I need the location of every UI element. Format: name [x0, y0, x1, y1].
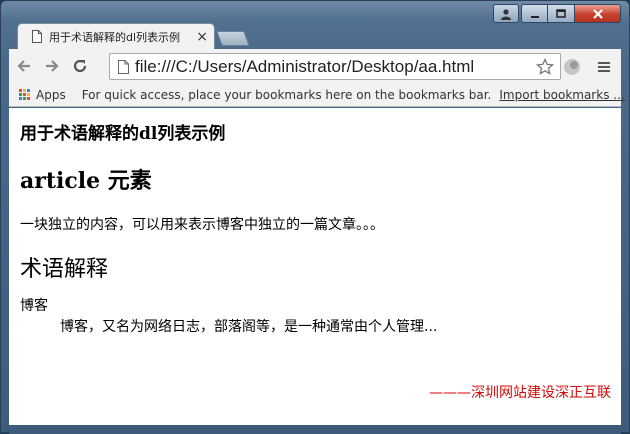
extension-icon	[564, 59, 580, 75]
tab-active[interactable]: 用于术语解释的dl列表示例 ×	[17, 23, 215, 49]
toolbar: file:///C:/Users/Administrator/Desktop/a…	[9, 49, 621, 83]
back-icon	[17, 60, 30, 72]
user-profile-button[interactable]	[493, 4, 519, 23]
maximize-icon	[556, 8, 566, 18]
article-text: 一块独立的内容，可以用来表示博客中独立的一篇文章。。。	[20, 217, 384, 233]
back-button[interactable]	[11, 53, 37, 79]
forward-button[interactable]	[39, 53, 65, 79]
tab-close-icon[interactable]: ×	[196, 29, 208, 45]
apps-link[interactable]: Apps	[36, 88, 66, 102]
definition-description: 博客，又名为网络日志，部落阁等，是一种通常由个人管理...	[60, 319, 438, 335]
address-bar[interactable]: file:///C:/Users/Administrator/Desktop/a…	[109, 53, 561, 80]
page-icon	[32, 30, 42, 43]
user-icon	[501, 8, 511, 20]
page-title: 用于术语解释的dl列表示例	[20, 124, 226, 144]
window-controls	[521, 4, 621, 24]
minimize-icon	[530, 15, 539, 18]
reload-button[interactable]	[67, 53, 93, 79]
footer-credit: ———深圳网站建设深正互联	[429, 385, 611, 401]
url-text: file:///C:/Users/Administrator/Desktop/a…	[135, 56, 475, 76]
close-icon	[592, 8, 603, 19]
glossary-heading: 术语解释	[20, 257, 109, 282]
page-icon	[118, 59, 129, 74]
bookmarks-hint: For quick access, place your bookmarks h…	[81, 87, 492, 102]
article-heading: article 元素	[20, 168, 152, 194]
definition-list: 博客 博客，又名为网络日志，部落阁等，是一种通常由个人管理...	[20, 295, 610, 336]
page-content: 用于术语解释的dl列表示例 article 元素 一块独立的内容，可以用来表示博…	[9, 108, 621, 425]
bookmarks-bar: Apps For quick access, place your bookma…	[9, 83, 625, 107]
forward-icon	[46, 60, 59, 72]
import-bookmarks-link[interactable]: Import bookmarks ...	[499, 88, 624, 102]
menu-icon	[598, 62, 610, 72]
maximize-button[interactable]	[548, 4, 575, 23]
new-tab-button[interactable]	[216, 31, 250, 46]
tab-title: 用于术语解释的dl列表示例	[49, 30, 181, 44]
browser-window: 用于术语解释的dl列表示例 × file:///C:/Users/Adminis…	[0, 0, 630, 434]
star-icon[interactable]	[536, 57, 554, 76]
apps-icon[interactable]	[19, 89, 30, 100]
close-window-button[interactable]	[575, 4, 621, 23]
minimize-button[interactable]	[521, 4, 548, 23]
reload-icon	[73, 59, 87, 73]
extension-button[interactable]	[562, 57, 582, 77]
chrome-menu-button[interactable]	[594, 57, 614, 77]
definition-term: 博客	[20, 298, 48, 314]
